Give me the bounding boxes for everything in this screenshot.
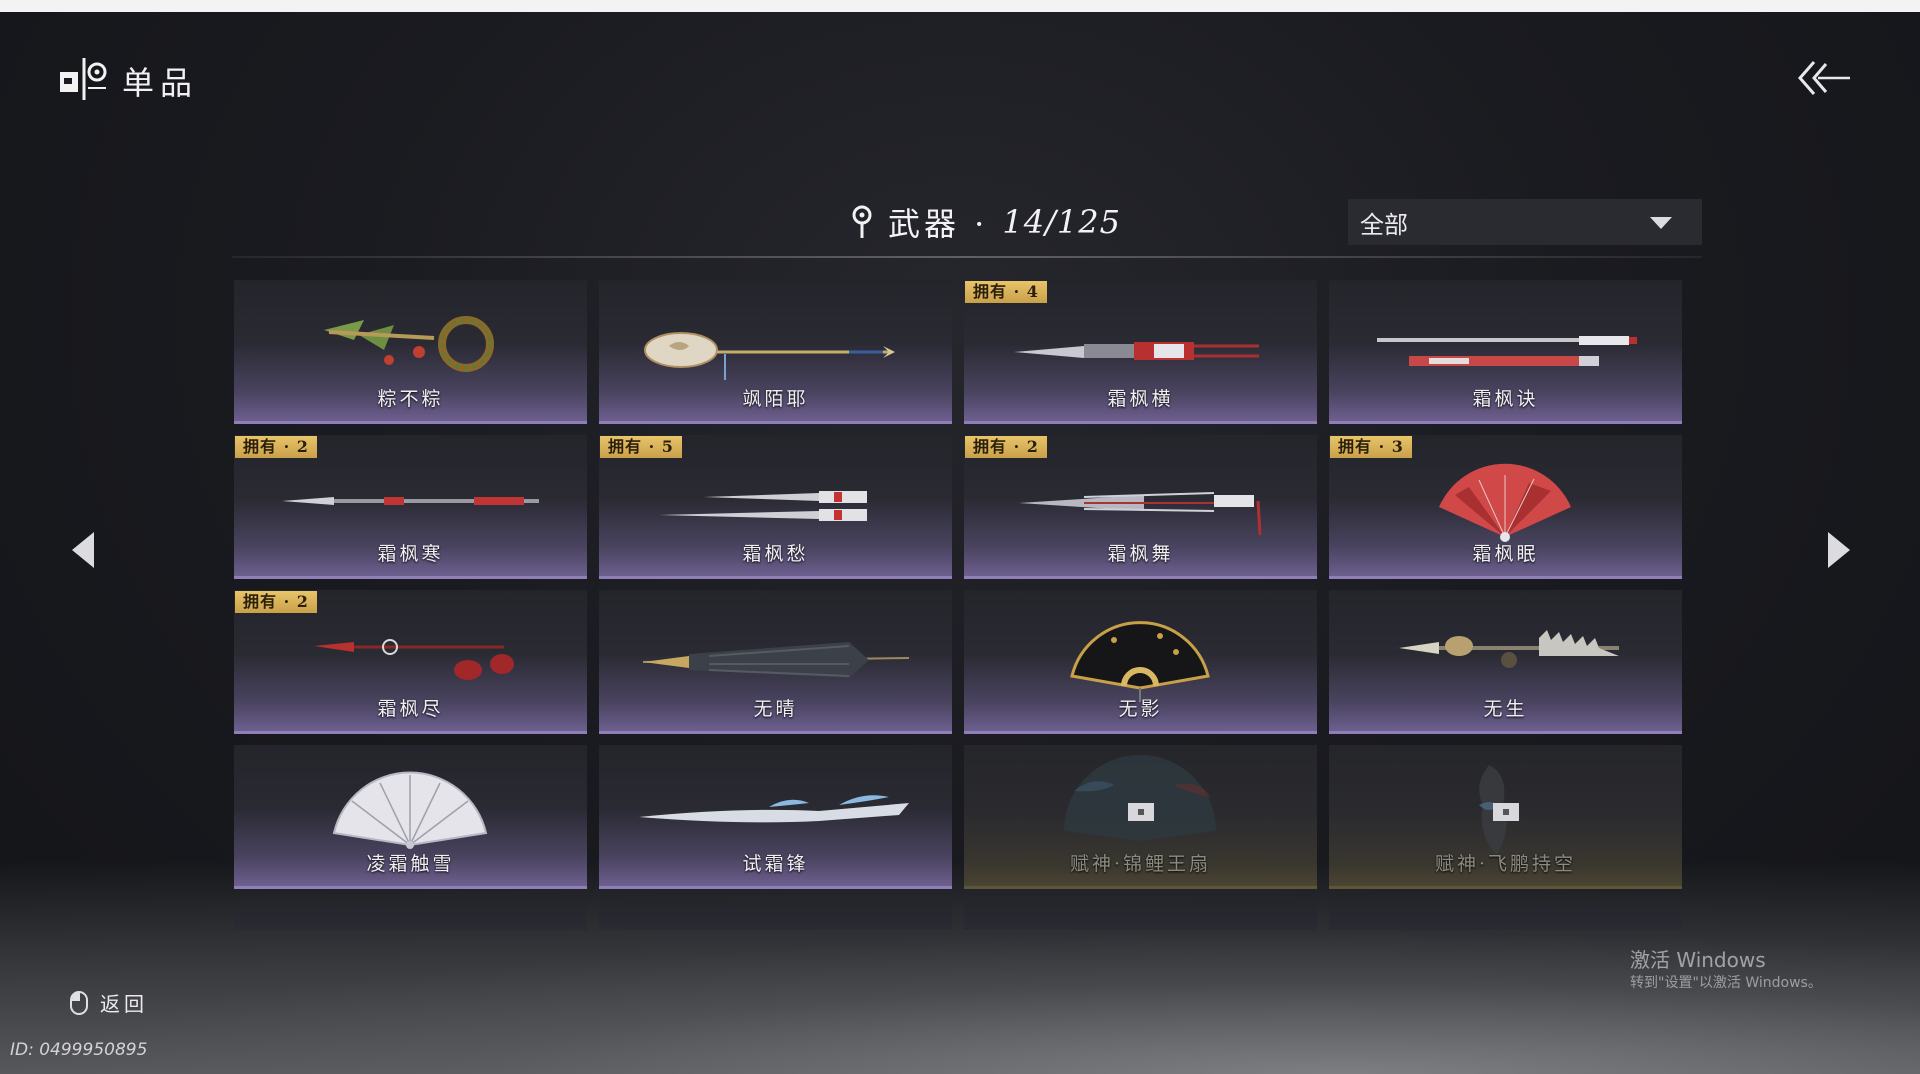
item-name: 霜枫舞 <box>1107 543 1174 565</box>
item-name: 霜枫愁 <box>742 543 809 565</box>
item-name: 无晴 <box>753 698 798 720</box>
item-card-fushen-jinliwangshan[interactable]: 赋神·锦鲤王扇 <box>964 745 1317 889</box>
item-card-partial[interactable] <box>1329 900 1682 930</box>
category-count: 14/125 <box>1002 203 1121 241</box>
item-name: 试霜锋 <box>742 853 809 875</box>
item-card-shuangfengjin[interactable]: 拥有 · 2 霜枫尽 <box>234 590 587 734</box>
item-card-shuangfenghan[interactable]: 拥有 · 2 霜枫寒 <box>234 435 587 579</box>
item-art-spiked-staff <box>1399 630 1619 668</box>
item-card-fushen-feipengchikong[interactable]: 赋神·飞鹏持空 <box>1329 745 1682 889</box>
owned-badge: 拥有 · 5 <box>600 436 682 458</box>
triangle-left-icon[interactable] <box>68 530 98 570</box>
item-card-wuying[interactable]: 无影 <box>964 590 1317 734</box>
owned-badge: 拥有 · 2 <box>235 591 317 613</box>
lock-icon <box>1493 803 1519 821</box>
item-card-lingshuangchuxue[interactable]: 凌霜触雪 <box>234 745 587 889</box>
filter-dropdown[interactable]: 全部 <box>1348 199 1702 245</box>
item-name: 霜枫眠 <box>1472 543 1539 565</box>
location-pin-icon <box>852 205 872 238</box>
item-card-partial[interactable] <box>599 900 952 930</box>
item-art-wreath-spear <box>324 316 494 372</box>
app-logo-icon <box>60 58 107 100</box>
item-art-twin-swords <box>1377 336 1637 366</box>
item-card-shuangfengheng[interactable]: 拥有 · 4 霜枫横 <box>964 280 1317 424</box>
item-card-wuqing[interactable]: 无晴 <box>599 590 952 734</box>
item-card-shuangfengmian[interactable]: 拥有 · 3 霜枫眠 <box>1329 435 1682 579</box>
item-name: 粽不粽 <box>377 388 444 410</box>
item-art-umbrella <box>642 642 910 678</box>
item-card-shuangfengchou[interactable]: 拥有 · 5 霜枫愁 <box>599 435 952 579</box>
window-titlebar <box>0 0 1920 12</box>
owned-badge: 拥有 · 3 <box>1330 436 1412 458</box>
player-id: ID: 0499950895 <box>10 1040 148 1060</box>
item-card-shishuangfeng[interactable]: 试霜锋 <box>599 745 952 889</box>
item-card-partial[interactable] <box>964 900 1317 930</box>
item-name: 赋神·锦鲤王扇 <box>1069 853 1212 875</box>
item-name: 霜枫尽 <box>377 698 444 720</box>
chevron-down-icon <box>1650 217 1672 229</box>
activation-watermark-title: 激活 Windows <box>1630 948 1766 972</box>
owned-badge: 拥有 · 2 <box>235 436 317 458</box>
item-name: 无影 <box>1118 698 1163 720</box>
item-name: 飒陌耶 <box>742 388 809 410</box>
owned-badge: 拥有 · 2 <box>965 436 1047 458</box>
category-header: 武器 · 14/125 <box>850 200 1121 244</box>
triangle-right-icon[interactable] <box>1824 530 1854 570</box>
filter-selected-value: 全部 <box>1360 210 1408 239</box>
item-name: 霜枫诀 <box>1472 388 1539 410</box>
item-name: 赋神·飞鹏持空 <box>1434 853 1577 875</box>
item-name: 霜枫寒 <box>377 543 444 565</box>
item-card-shuangfengjue[interactable]: 霜枫诀 <box>1329 280 1682 424</box>
item-card-shuangfengwu[interactable]: 拥有 · 2 霜枫舞 <box>964 435 1317 579</box>
mouse-icon <box>70 990 88 1015</box>
back-label: 返回 <box>100 992 148 1016</box>
item-art-black-fan <box>1070 621 1210 702</box>
lock-icon <box>1128 803 1154 821</box>
activation-watermark-subtitle: 转到"设置"以激活 Windows。 <box>1630 975 1822 991</box>
owned-badge: 拥有 · 4 <box>965 281 1047 303</box>
item-card-partial[interactable] <box>234 900 587 930</box>
item-name: 无生 <box>1483 698 1528 720</box>
item-art-frost-blade <box>639 795 909 823</box>
item-art-white-fan <box>332 771 488 849</box>
item-card-wusheng[interactable]: 无生 <box>1329 590 1682 734</box>
item-grid: 粽不粽 飒陌耶 拥有 · 4 霜枫横 霜枫诀 拥有 · 2 霜枫寒 拥有 · 5… <box>234 280 1686 932</box>
header-divider <box>232 256 1702 258</box>
item-name: 霜枫横 <box>1107 388 1174 410</box>
item-art-staff <box>644 332 895 380</box>
back-button[interactable]: 返回 <box>70 988 148 1017</box>
category-label: 武器 · <box>888 205 989 243</box>
page-title: 单品 <box>122 64 199 102</box>
double-chevron-back-icon[interactable] <box>1792 56 1852 100</box>
item-card-samoye[interactable]: 飒陌耶 <box>599 280 952 424</box>
item-name: 凌霜触雪 <box>366 853 455 875</box>
item-card-zongbuzong[interactable]: 粽不粽 <box>234 280 587 424</box>
